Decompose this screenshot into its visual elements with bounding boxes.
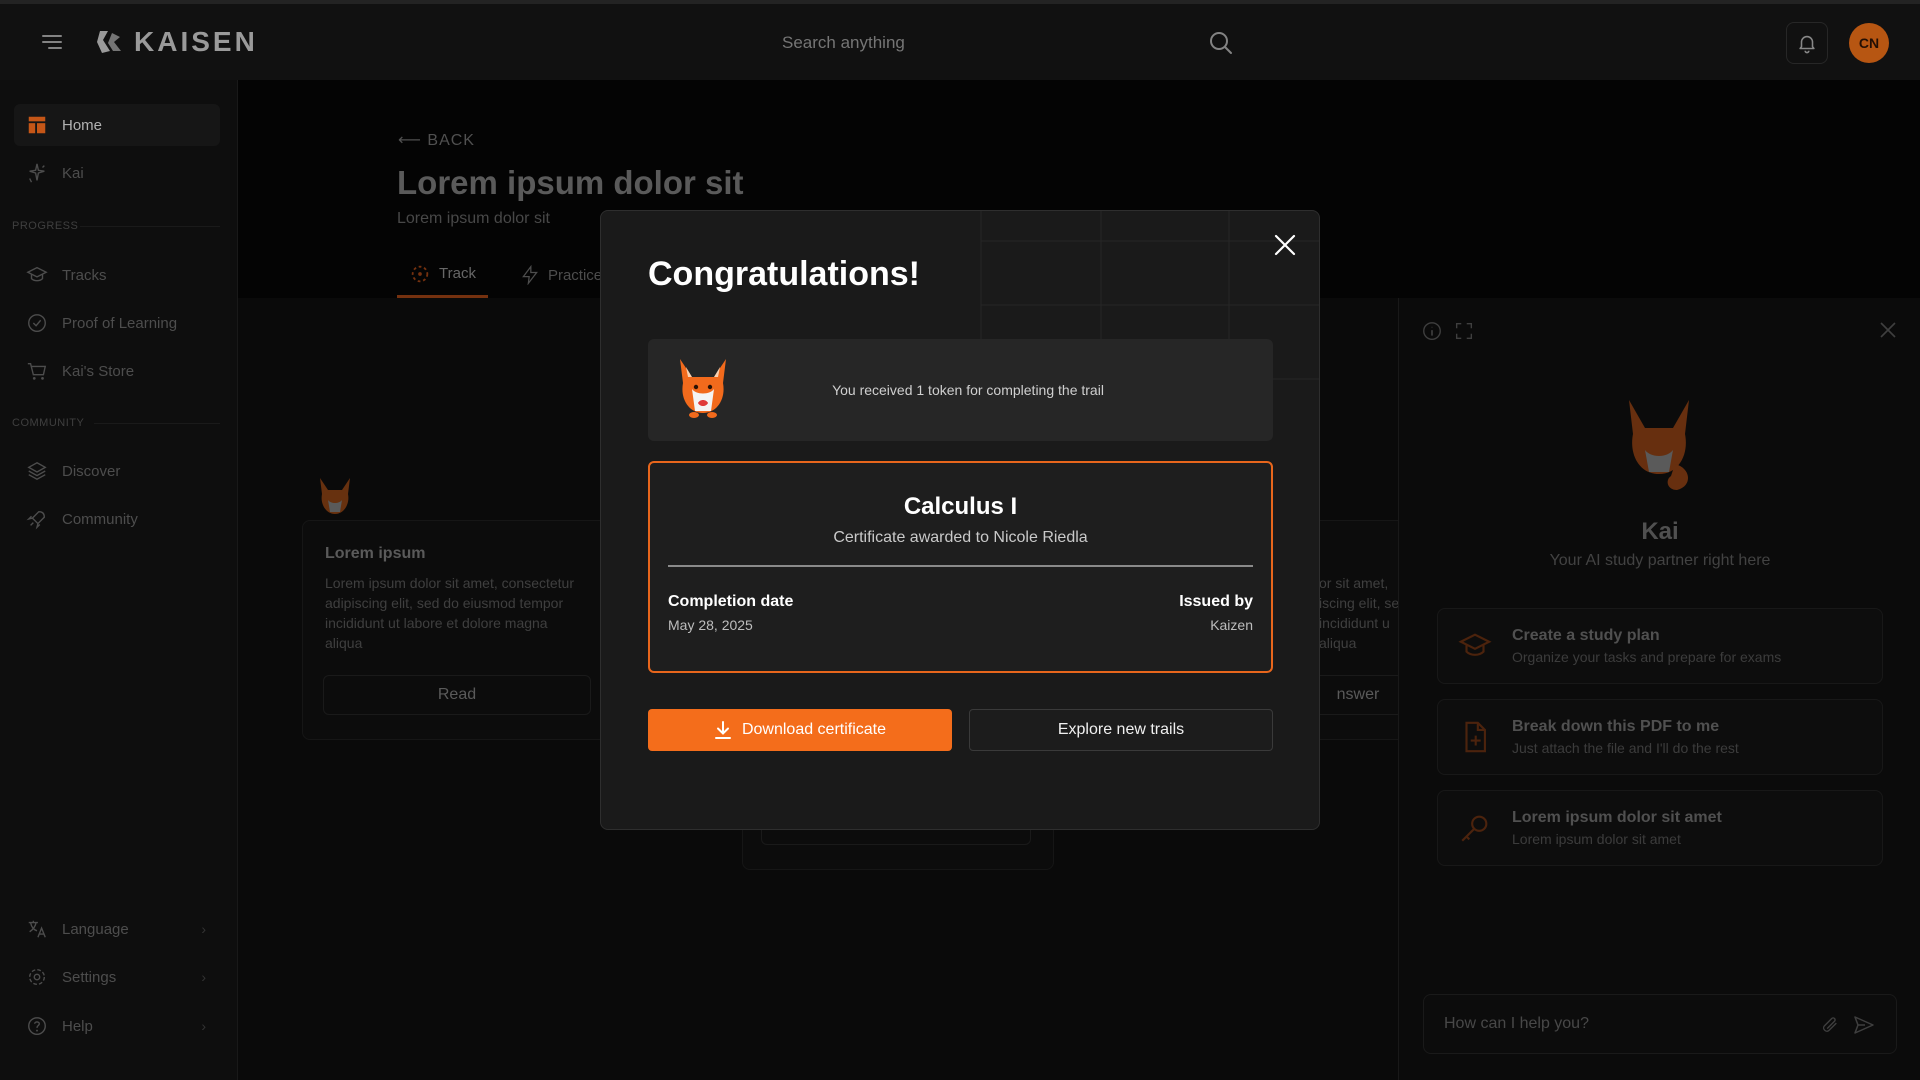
- issued-by-label: Issued by: [1179, 593, 1253, 610]
- certificate-card: Calculus I Certificate awarded to Nicole…: [648, 461, 1273, 673]
- certificate-divider: [668, 565, 1253, 567]
- token-message: You received 1 token for completing the …: [832, 382, 1104, 398]
- explore-new-trails-button[interactable]: Explore new trails: [969, 709, 1273, 751]
- close-modal-button[interactable]: [1267, 227, 1303, 263]
- close-icon: [1274, 234, 1296, 256]
- download-icon: [714, 721, 731, 739]
- fox-mascot-icon: [680, 359, 726, 418]
- download-certificate-button[interactable]: Download certificate: [648, 709, 952, 751]
- modal-title: Congratulations!: [648, 255, 920, 293]
- completion-date: May 28, 2025: [668, 617, 753, 633]
- issued-by: Kaizen: [1210, 617, 1253, 633]
- certificate-course: Calculus I: [903, 493, 1018, 520]
- token-reward-box: You received 1 token for completing the …: [648, 339, 1273, 441]
- certificate-recipient: Certificate awarded to Nicole Riedla: [833, 529, 1088, 546]
- congratulations-modal: Congratulations! You received 1 token fo…: [600, 210, 1320, 830]
- completion-date-label: Completion date: [668, 593, 794, 610]
